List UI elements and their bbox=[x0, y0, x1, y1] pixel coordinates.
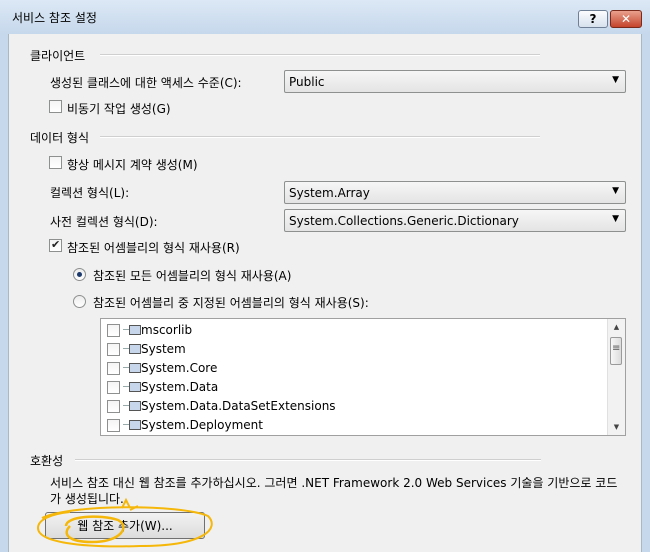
chevron-down-icon: ▼ bbox=[612, 186, 619, 196]
window-frame-right bbox=[641, 34, 650, 552]
add-web-reference-button[interactable]: 웹 참조 추가(W)... bbox=[45, 512, 205, 539]
assembly-icon bbox=[123, 361, 141, 373]
reuse-all-radio[interactable] bbox=[73, 268, 86, 281]
assembly-icon bbox=[123, 418, 141, 430]
async-checkbox[interactable] bbox=[49, 100, 62, 113]
assembly-name: System.Deployment bbox=[141, 418, 263, 432]
title-bar: 서비스 참조 설정 ? ✕ bbox=[0, 0, 650, 35]
assembly-checkbox[interactable] bbox=[107, 381, 120, 394]
data-type-group-label: 데이터 형식 bbox=[30, 131, 90, 145]
window-title: 서비스 참조 설정 bbox=[12, 11, 97, 25]
chevron-down-icon: ▼ bbox=[612, 75, 619, 85]
window-frame-left bbox=[0, 34, 8, 552]
collection-type-value: System.Array bbox=[289, 186, 370, 200]
reuse-specified-label: 참조된 어셈블리 중 지정된 어셈블리의 형식 재사용(S): bbox=[93, 296, 369, 310]
assembly-list-scrollbar[interactable]: ▲ ▼ bbox=[607, 319, 625, 435]
collection-type-dropdown[interactable]: System.Array ▼ bbox=[284, 181, 626, 204]
close-button[interactable]: ✕ bbox=[610, 10, 642, 28]
scroll-down-icon[interactable]: ▼ bbox=[608, 419, 625, 435]
access-level-dropdown[interactable]: Public ▼ bbox=[284, 70, 626, 93]
compatibility-description: 서비스 참조 대신 웹 참조를 추가하십시오. 그러면 .NET Framewo… bbox=[50, 476, 618, 506]
client-group-divider bbox=[100, 54, 540, 56]
collection-type-label: 컬렉션 형식(L): bbox=[50, 186, 130, 200]
assembly-checkbox[interactable] bbox=[107, 400, 120, 413]
assembly-checkbox[interactable] bbox=[107, 362, 120, 375]
reuse-types-checkbox[interactable] bbox=[49, 238, 62, 252]
add-web-reference-label: 웹 참조 추가(W)... bbox=[77, 519, 173, 533]
access-level-value: Public bbox=[289, 75, 325, 89]
dictionary-type-label: 사전 컬렉션 형식(D): bbox=[50, 215, 158, 229]
scroll-up-icon[interactable]: ▲ bbox=[608, 319, 625, 335]
dictionary-type-dropdown[interactable]: System.Collections.Generic.Dictionary ▼ bbox=[284, 209, 626, 232]
assembly-name: System bbox=[141, 342, 186, 356]
reuse-types-label: 참조된 어셈블리의 형식 재사용(R) bbox=[67, 241, 240, 255]
compatibility-group-label: 호환성 bbox=[30, 454, 64, 468]
help-icon: ? bbox=[589, 12, 597, 26]
message-contract-checkbox[interactable] bbox=[49, 156, 62, 169]
assembly-name: System.Data bbox=[141, 380, 219, 394]
access-level-label: 생성된 클래스에 대한 액세스 수준(C): bbox=[50, 76, 242, 90]
chevron-down-icon: ▼ bbox=[612, 214, 619, 224]
compatibility-group-divider bbox=[75, 459, 541, 461]
assembly-icon bbox=[123, 399, 141, 411]
assembly-name: mscorlib bbox=[141, 323, 193, 337]
scrollbar-thumb[interactable] bbox=[610, 337, 622, 365]
assembly-list[interactable]: mscorlib System System.Core System.Data … bbox=[100, 318, 626, 436]
assembly-icon bbox=[123, 342, 141, 354]
assembly-name: System.Core bbox=[141, 361, 218, 375]
help-button[interactable]: ? bbox=[578, 10, 608, 28]
reuse-specified-radio[interactable] bbox=[73, 295, 86, 308]
dictionary-type-value: System.Collections.Generic.Dictionary bbox=[289, 214, 519, 228]
close-icon: ✕ bbox=[620, 12, 632, 26]
assembly-name: System.Data.DataSetExtensions bbox=[141, 399, 336, 413]
async-label: 비동기 작업 생성(G) bbox=[67, 102, 171, 116]
assembly-checkbox[interactable] bbox=[107, 419, 120, 432]
data-type-group-divider bbox=[100, 136, 540, 138]
assembly-checkbox[interactable] bbox=[107, 324, 120, 337]
assembly-checkbox[interactable] bbox=[107, 343, 120, 356]
assembly-icon bbox=[123, 380, 141, 392]
assembly-icon bbox=[123, 323, 141, 335]
reuse-all-label: 참조된 모든 어셈블리의 형식 재사용(A) bbox=[93, 269, 292, 283]
client-group-label: 클라이언트 bbox=[30, 49, 86, 63]
message-contract-label: 항상 메시지 계약 생성(M) bbox=[67, 158, 198, 172]
